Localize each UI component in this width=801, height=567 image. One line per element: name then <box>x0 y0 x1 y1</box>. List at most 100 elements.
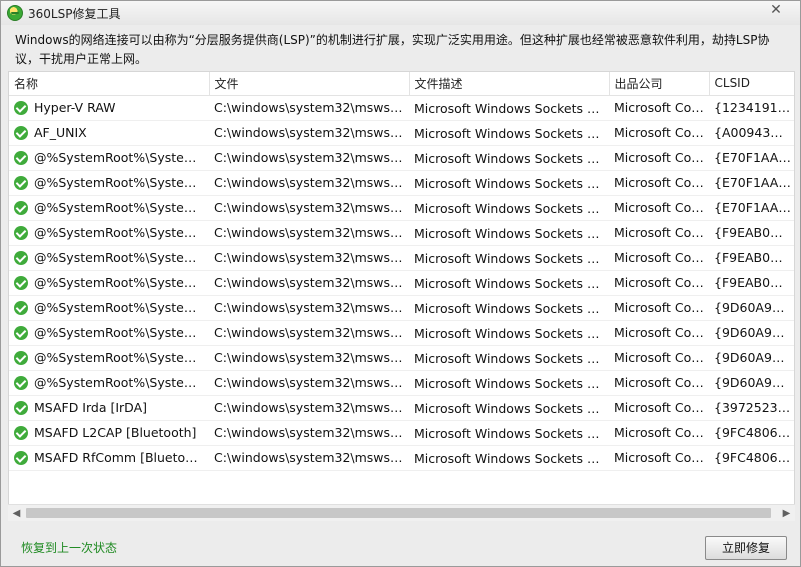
column-header[interactable]: 文件描述 <box>409 72 610 96</box>
file-desc-cell: Microsoft Windows Sockets 2.0 服务提供程序 <box>409 420 609 446</box>
name-text: @%SystemRoot%\System32\wshqos.dll <box>34 300 209 315</box>
name-text: MSAFD Irda [IrDA] <box>34 400 148 415</box>
company-cell: Microsoft Corporation <box>609 445 709 471</box>
name-text: @%SystemRoot%\System32\wshqos.dll <box>34 325 209 340</box>
clsid-cell: {A00943D9-9 <box>709 120 794 146</box>
check-circle-icon <box>14 151 28 165</box>
table-row[interactable]: AF_UNIX C:\windows\system32\mswsock.dll Mi… <box>9 120 794 146</box>
table-row[interactable]: @%SystemRoot%\System32\wshqos.dllC:\wind… <box>9 170 794 196</box>
name-text: @%SystemRoot%\System32\wshqos.dll <box>34 225 209 240</box>
clsid-cell: {9D60A9E0-3 <box>709 370 794 396</box>
clsid-cell: {F9EAB0C0-2 <box>709 245 794 271</box>
file-desc-cell: Microsoft Windows Sockets 2.0 服务提供程序 <box>409 195 609 221</box>
check-circle-icon <box>14 301 28 315</box>
file-desc-cell: Microsoft Windows Sockets 2.0 服务提供程序 <box>409 320 609 346</box>
description-text: Windows的网络连接可以由称为“分层服务提供商(LSP)”的机制进行扩展，实… <box>15 33 770 66</box>
company-cell: Microsoft Corporation <box>609 320 709 346</box>
name-cell: @%SystemRoot%\System32\wshqos.dll <box>9 195 209 221</box>
company-cell: Microsoft Corporation <box>609 145 709 171</box>
lsp-table: 名称 文件 文件描述 出品公司 CLSID Hyper-V RAW C:\windows\… <box>8 71 795 521</box>
table-body: Hyper-V RAW C:\windows\system32\mswsock.d… <box>9 95 794 471</box>
name-cell: @%SystemRoot%\System32\wshqos.dll <box>9 320 209 346</box>
company-cell: Microsoft Corporation <box>609 345 709 371</box>
clsid-cell: {3972523D-2 <box>709 395 794 421</box>
lsp-repair-window: 360LSP修复工具 ✕ Windows的网络连接可以由称为“分层服务提供商(L… <box>0 0 801 567</box>
file-desc-cell: Microsoft Windows Sockets 2.0 服务提供程序 <box>409 345 609 371</box>
clsid-cell: {F9EAB0C0-2 <box>709 270 794 296</box>
table-row[interactable]: @%SystemRoot%\System32\wshqos.dllC:\wind… <box>9 295 794 321</box>
table-row[interactable]: MSAFD L2CAP [Bluetooth] C:\windows\system… <box>9 420 794 446</box>
clsid-cell: {E70F1AA0-A <box>709 195 794 221</box>
table-row[interactable]: @%SystemRoot%\System32\wshqos.dllC:\wind… <box>9 220 794 246</box>
name-text: @%SystemRoot%\System32\wshqos.dll <box>34 250 209 265</box>
table-row[interactable]: MSAFD Irda [IrDA] C:\windows\system32\msw… <box>9 395 794 421</box>
check-circle-icon <box>14 326 28 340</box>
file-desc-cell: Microsoft Windows Sockets 2.0 服务提供程序 <box>409 220 609 246</box>
column-header[interactable]: 文件 <box>209 72 410 96</box>
check-circle-icon <box>14 451 28 465</box>
title-bar: 360LSP修复工具 ✕ <box>1 1 800 25</box>
table-row[interactable]: @%SystemRoot%\System32\wshqos.dllC:\wind… <box>9 145 794 171</box>
file-desc-cell: Microsoft Windows Sockets 2.0 服务提供程序 <box>409 370 609 396</box>
table-row[interactable]: @%SystemRoot%\System32\wshqos.dllC:\wind… <box>9 195 794 221</box>
column-header[interactable]: 名称 <box>9 72 210 96</box>
clsid-cell: {E70F1AA0-A <box>709 145 794 171</box>
name-cell: AF_UNIX <box>9 120 209 146</box>
name-cell: @%SystemRoot%\System32\wshqos.dll <box>9 245 209 271</box>
clsid-cell: {9FC48064-7 <box>709 445 794 471</box>
name-cell: @%SystemRoot%\System32\wshqos.dll <box>9 170 209 196</box>
name-cell: MSAFD RfComm [Bluetooth] <box>9 445 209 471</box>
close-icon[interactable]: ✕ <box>756 1 796 19</box>
table-row[interactable]: MSAFD RfComm [Bluetooth] C:\windows\syste… <box>9 445 794 471</box>
name-cell: MSAFD Irda [IrDA] <box>9 395 209 421</box>
file-cell: C:\windows\system32\mswsock.dll <box>209 270 409 296</box>
company-cell: Microsoft Corporation <box>609 220 709 246</box>
name-text: @%SystemRoot%\System32\wshqos.dll <box>34 150 209 165</box>
company-cell: Microsoft Corporation <box>609 395 709 421</box>
name-cell: Hyper-V RAW <box>9 95 209 121</box>
company-cell: Microsoft Corporation <box>609 120 709 146</box>
clsid-cell: {1234191B-4 <box>709 95 794 121</box>
company-cell: Microsoft Corporation <box>609 195 709 221</box>
company-cell: Microsoft Corporation <box>609 420 709 446</box>
clsid-cell: {9FC48064-7 <box>709 420 794 446</box>
table-row[interactable]: @%SystemRoot%\System32\wshqos.dllC:\wind… <box>9 270 794 296</box>
file-cell: C:\windows\system32\mswsock.dll <box>209 245 409 271</box>
name-text: @%SystemRoot%\System32\wshqos.dll <box>34 175 209 190</box>
file-desc-cell: Microsoft Windows Sockets 2.0 服务提供程序 <box>409 445 609 471</box>
file-cell: C:\windows\system32\mswsock.dll <box>209 395 409 421</box>
check-circle-icon <box>14 176 28 190</box>
file-desc-cell: Microsoft Windows Sockets 2.0 服务提供程序 <box>409 170 609 196</box>
table-row[interactable]: @%SystemRoot%\System32\wshqos.dllC:\wind… <box>9 345 794 371</box>
name-cell: @%SystemRoot%\System32\wshqos.dll <box>9 345 209 371</box>
table-header-row: 名称 文件 文件描述 出品公司 CLSID <box>9 72 794 96</box>
file-desc-cell: Microsoft Windows Sockets 2.0 服务提供程序 <box>409 395 609 421</box>
company-cell: Microsoft Corporation <box>609 270 709 296</box>
company-cell: Microsoft Corporation <box>609 245 709 271</box>
name-cell: @%SystemRoot%\System32\wshqos.dll <box>9 145 209 171</box>
check-circle-icon <box>14 201 28 215</box>
file-cell: C:\windows\system32\mswsock.dll <box>209 445 409 471</box>
horizontal-scrollbar[interactable]: ◀ ▶ <box>8 504 795 521</box>
name-cell: @%SystemRoot%\System32\wshqos.dll <box>9 370 209 396</box>
scroll-thumb[interactable] <box>26 508 771 518</box>
file-desc-cell: Microsoft Windows Sockets 2.0 服务提供程序 <box>409 145 609 171</box>
table-row[interactable]: @%SystemRoot%\System32\wshqos.dllC:\wind… <box>9 245 794 271</box>
table-row[interactable]: @%SystemRoot%\System32\wshqos.dllC:\wind… <box>9 320 794 346</box>
window-title: 360LSP修复工具 <box>28 7 121 21</box>
table-row[interactable]: Hyper-V RAW C:\windows\system32\mswsock.d… <box>9 95 794 121</box>
check-circle-icon <box>14 351 28 365</box>
check-circle-icon <box>14 251 28 265</box>
scroll-right-icon[interactable]: ▶ <box>778 505 795 521</box>
table-row[interactable]: @%SystemRoot%\System32\wshqos.dllC:\wind… <box>9 370 794 396</box>
check-circle-icon <box>14 401 28 415</box>
file-cell: C:\windows\system32\mswsock.dll <box>209 195 409 221</box>
file-desc-cell: Microsoft Windows Sockets 2.0 服务提供程序 <box>409 120 609 146</box>
column-header[interactable]: CLSID <box>709 72 794 96</box>
clsid-cell: {E70F1AA0-A <box>709 170 794 196</box>
scroll-left-icon[interactable]: ◀ <box>8 505 25 521</box>
column-header[interactable]: 出品公司 <box>609 72 710 96</box>
fix-now-button[interactable]: 立即修复 <box>705 536 787 560</box>
restore-previous-state-link[interactable]: 恢复到上一次状态 <box>21 539 117 556</box>
360-logo-icon <box>7 5 23 21</box>
